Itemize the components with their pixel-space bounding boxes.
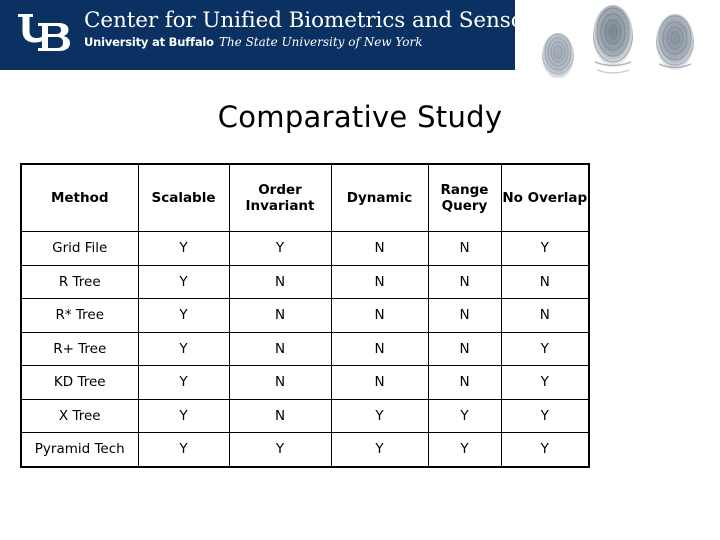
university-name: University at Buffalo	[84, 35, 214, 49]
cell-value: Y	[137, 298, 230, 333]
cell-value: N	[427, 298, 502, 333]
table-row: X Tree Y N Y Y Y	[20, 398, 590, 433]
column-header-range-query: Range Query	[427, 163, 502, 232]
cell-method: R Tree	[20, 264, 139, 299]
cell-value: N	[500, 264, 590, 299]
cell-value: N	[427, 331, 502, 366]
cell-value: Y	[330, 398, 429, 433]
banner-text-block: Center for Unified Biometrics and Sensor…	[84, 8, 515, 49]
column-header-method: Method	[20, 163, 139, 232]
cell-method: R+ Tree	[20, 331, 139, 366]
cell-value: Y	[427, 432, 502, 467]
cell-value: N	[228, 264, 332, 299]
cell-value: Y	[500, 398, 590, 433]
cell-value: N	[427, 264, 502, 299]
cell-method: Pyramid Tech	[20, 432, 139, 467]
table-header-row: Method Scalable Order Invariant Dynamic …	[20, 163, 590, 232]
cell-value: N	[330, 331, 429, 366]
cell-value: Y	[228, 432, 332, 467]
table-row: KD Tree Y N N N Y	[20, 365, 590, 400]
cell-value: Y	[137, 432, 230, 467]
cell-method: R* Tree	[20, 298, 139, 333]
organization-name: Center for Unified Biometrics and Sensor…	[84, 8, 515, 33]
cell-value: Y	[137, 365, 230, 400]
column-header-order-invariant: Order Invariant	[228, 163, 332, 232]
comparison-table-container: Method Scalable Order Invariant Dynamic …	[20, 163, 590, 468]
table-body: Grid File Y Y N N Y R Tree Y N N N N R* Tree Y N N N N R+ …	[20, 231, 590, 467]
banner-content: Center for Unified Biometrics and Sensor…	[16, 8, 515, 70]
cell-value: Y	[500, 365, 590, 400]
comparison-table: Method Scalable Order Invariant Dynamic …	[20, 163, 590, 468]
cell-value: N	[427, 365, 502, 400]
cell-value: N	[228, 298, 332, 333]
cell-value: Y	[330, 432, 429, 467]
table-row: R* Tree Y N N N N	[20, 298, 590, 333]
cell-value: N	[500, 298, 590, 333]
cell-value: Y	[137, 398, 230, 433]
fingerprint-icon	[542, 5, 694, 78]
cell-value: N	[330, 298, 429, 333]
page-title: Comparative Study	[217, 100, 503, 134]
cell-value: N	[228, 398, 332, 433]
cell-value: N	[427, 231, 502, 266]
table-row: Grid File Y Y N N Y	[20, 231, 590, 266]
cell-method: X Tree	[20, 398, 139, 433]
cell-value: Y	[427, 398, 502, 433]
cell-value: Y	[500, 231, 590, 266]
column-header-no-overlap: No Overlap	[500, 163, 590, 232]
cell-method: Grid File	[20, 231, 139, 266]
state-system-name: The State University of New York	[218, 35, 423, 49]
column-header-dynamic: Dynamic	[330, 163, 429, 232]
table-row: R Tree Y N N N N	[20, 264, 590, 299]
header-banner: Center for Unified Biometrics and Sensor…	[0, 0, 515, 70]
cell-value: Y	[500, 432, 590, 467]
organization-subtitle: University at Buffalo The State Universi…	[84, 34, 515, 49]
column-header-scalable: Scalable	[137, 163, 230, 232]
cell-value: N	[330, 365, 429, 400]
cell-value: N	[228, 331, 332, 366]
cell-value: Y	[228, 231, 332, 266]
cell-value: Y	[137, 331, 230, 366]
cell-value: Y	[137, 264, 230, 299]
cell-value: N	[330, 231, 429, 266]
cell-value: Y	[137, 231, 230, 266]
cell-value: Y	[500, 331, 590, 366]
table-row: Pyramid Tech Y Y Y Y Y	[20, 432, 590, 467]
cell-method: KD Tree	[20, 365, 139, 400]
ub-interlocking-logo-icon	[18, 14, 70, 51]
cell-value: N	[228, 365, 332, 400]
table-row: R+ Tree Y N N N Y	[20, 331, 590, 366]
cell-value: N	[330, 264, 429, 299]
fingerprint-graphic	[515, 0, 720, 78]
